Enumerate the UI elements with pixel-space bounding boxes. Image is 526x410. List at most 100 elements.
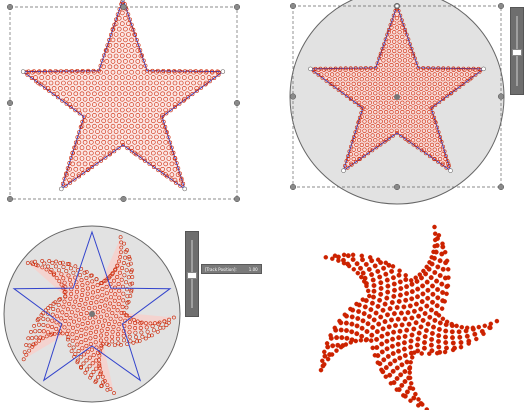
rhinestone (376, 321, 382, 327)
rhinestone (374, 329, 380, 335)
rhinestone (407, 375, 413, 381)
rhinestone (329, 352, 335, 357)
vertex-handle[interactable] (59, 186, 64, 192)
rhinestone (440, 290, 446, 295)
rhinestone (397, 328, 403, 334)
rhinestone (404, 291, 410, 296)
rhinestone (353, 338, 359, 344)
vertex-handle[interactable] (448, 168, 453, 173)
rhinestone (435, 264, 441, 270)
resize-handle[interactable] (289, 93, 297, 100)
rhinestone (360, 257, 365, 263)
resize-handle[interactable] (289, 2, 297, 10)
rhinestone (367, 293, 372, 299)
rhinestone (437, 320, 443, 326)
rhinestone (384, 338, 390, 344)
rhinestone (394, 376, 400, 381)
resize-handle[interactable] (6, 99, 14, 107)
resize-handle[interactable] (120, 195, 127, 203)
slider-thumb[interactable] (187, 272, 197, 279)
rhinestone (378, 314, 384, 320)
rhinestone (427, 260, 432, 265)
rhinestone (379, 341, 385, 347)
rhinestone (437, 273, 443, 278)
rhinestone (350, 252, 356, 258)
rhinestone (440, 316, 446, 322)
vertex-handle[interactable] (394, 3, 400, 9)
rhinestone (390, 336, 396, 342)
resize-handle[interactable] (497, 93, 505, 100)
rhinestone (397, 268, 402, 273)
rhinestone (402, 379, 408, 384)
rhinestone (384, 277, 390, 283)
rhinestone (384, 346, 390, 352)
rhinestone (381, 265, 387, 271)
disc-editor-canvas[interactable] (263, 0, 526, 205)
rhinestone (420, 283, 426, 289)
vertex-handle[interactable] (220, 69, 226, 74)
rhinestone (348, 306, 353, 312)
vertex-handle[interactable] (20, 69, 26, 74)
rhinestone (372, 353, 378, 358)
rhinestone (411, 326, 417, 332)
rhinestone (429, 330, 435, 336)
track-position-tooltip: [Track Position]: 1.00 (201, 264, 262, 274)
rhinestone (458, 340, 464, 345)
rhinestone (375, 268, 381, 274)
rhinestone (343, 342, 349, 347)
rhinestone (380, 307, 386, 313)
vertex-handle[interactable] (182, 186, 187, 192)
rhinestone (397, 355, 403, 361)
rhinestone (355, 316, 361, 321)
resize-handle[interactable] (120, 3, 127, 11)
resize-handle[interactable] (497, 2, 505, 10)
rhinestone (374, 345, 380, 350)
rhinestone (387, 306, 393, 312)
rhinestone (456, 329, 462, 335)
twist-slider-bottom[interactable] (185, 231, 199, 317)
rhinestone (374, 336, 380, 342)
rhinestone (412, 350, 417, 355)
rhinestone (383, 260, 389, 266)
rhinestone (394, 387, 400, 392)
resize-handle[interactable] (497, 183, 505, 191)
rhinestone (431, 324, 436, 330)
rhinestone (432, 317, 438, 323)
center-handle[interactable] (89, 311, 95, 317)
rhinestone (387, 372, 393, 378)
rhinestone (454, 323, 459, 329)
rhinestone (434, 278, 440, 284)
rhinestone (413, 391, 418, 397)
resize-handle[interactable] (6, 195, 14, 203)
rhinestone (430, 299, 435, 305)
rhinestone (395, 316, 401, 322)
center-handle[interactable] (394, 94, 400, 100)
rhinestone (423, 328, 429, 333)
vertex-handle[interactable] (308, 66, 313, 72)
rhinestone (411, 308, 417, 314)
rhinestone (370, 324, 376, 330)
panel-star-twisted: [Track Position]: 1.00 (0, 205, 263, 410)
twist-editor-canvas[interactable] (0, 205, 263, 410)
resize-handle[interactable] (233, 99, 241, 107)
vertex-handle[interactable] (120, 0, 126, 2)
rhinestone (385, 331, 391, 337)
rhinestone (359, 274, 364, 280)
slider-thumb[interactable] (512, 49, 522, 56)
twist-slider-top[interactable] (510, 7, 524, 95)
rhinestone (464, 333, 470, 339)
resize-handle[interactable] (289, 183, 297, 191)
resize-handle[interactable] (6, 3, 14, 11)
vertex-handle[interactable] (341, 168, 346, 173)
resize-handle[interactable] (233, 195, 241, 203)
rhinestone (371, 294, 376, 300)
vertex-handle[interactable] (481, 66, 486, 72)
resize-handle[interactable] (393, 183, 401, 191)
rhinestone (459, 324, 465, 330)
star-editor-canvas[interactable] (0, 0, 263, 205)
rhinestone (421, 345, 427, 351)
rhinestone (430, 291, 436, 297)
rhinestone (392, 287, 397, 293)
rhinestone (413, 301, 419, 307)
resize-handle[interactable] (233, 3, 241, 11)
